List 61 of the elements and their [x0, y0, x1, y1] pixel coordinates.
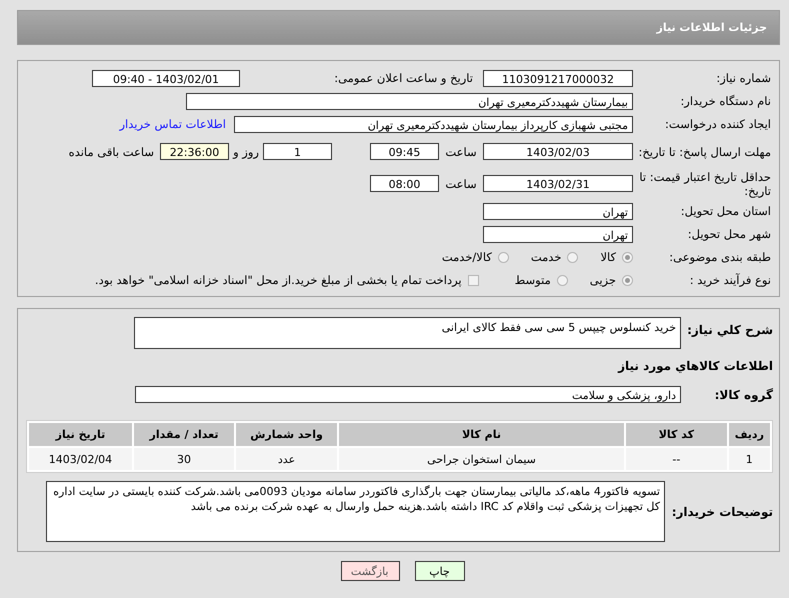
radio-button[interactable] — [567, 252, 578, 262]
section-title: اطلاعات كالاهاي مورد نياز — [616, 359, 773, 373]
column-header: واحد شمارش — [236, 423, 337, 446]
radio-button[interactable] — [622, 252, 633, 262]
radio-label: جزیی — [590, 273, 616, 287]
radio-label: کالا/خدمت — [442, 250, 492, 264]
field-label: شرح كلي نياز: — [686, 322, 773, 337]
radio-button[interactable] — [622, 274, 633, 286]
buyer-org-field: بیمارستان شهیددکترمعیری تهران — [186, 92, 633, 110]
field-label: تاریخ و ساعت اعلان عمومی: — [333, 71, 474, 85]
column-header: کد کالا — [626, 423, 727, 446]
field-label: شماره نیاز: — [715, 71, 771, 85]
table-cell: 1 — [728, 448, 770, 470]
time-field: 08:00 — [370, 175, 439, 192]
field-label: ایجاد کننده درخواست: — [664, 117, 771, 131]
time-field: 09:45 — [370, 143, 439, 160]
checkbox-label: پرداخت تمام یا بخشی از مبلغ خرید.از محل "اسناد خزانه اسلامی" خواهد بود. — [94, 273, 462, 287]
remaining-label: ساعت باقی مانده — [68, 144, 154, 158]
table-cell: 30 — [134, 448, 234, 470]
radio-button[interactable] — [498, 252, 509, 262]
notes-text-area[interactable]: تسویه فاکتور4 ماهه،کد مالیاتی بیمارستان جهت بارگذاری فاکتوردر سامانه مودیان 0093می باشد.شرکت کننده بایستی در سایت اداره کل تجهیزات پزشکی ثبت واقلام کد IRC داشته باشد.هزینه حمل وارسال به عهده شرکت برنده می باشد — [46, 481, 665, 542]
checkbox[interactable] — [468, 274, 479, 286]
time-label: ساعت — [444, 176, 478, 190]
contact-link[interactable]: اطلاعات تماس خریدار — [119, 117, 226, 131]
page-title: جزئیات اطلاعات نیاز — [656, 21, 767, 34]
column-header: نام کالا — [338, 423, 624, 446]
radio-label: کالا — [600, 250, 616, 264]
announce-date-field: 1403/02/01 - 09:40 — [92, 70, 240, 86]
summary-text-area[interactable]: خرید کنسلوس چیپس 5 سی سی فقط کالای ایرانی — [134, 317, 681, 349]
date-field: 1403/02/03 — [483, 143, 633, 160]
city-field: تهران — [483, 226, 633, 242]
back-button[interactable]: بازگشت — [340, 561, 400, 581]
column-header: تعداد / مقدار — [134, 423, 234, 446]
print-button[interactable]: چاپ — [414, 561, 464, 581]
field-label: استان محل تحویل: — [680, 204, 771, 218]
field-label: مهلت ارسال پاسخ: تا تاریخ: — [637, 144, 771, 158]
remaining-time-field: 22:36:00 — [160, 143, 229, 160]
column-header: ردیف — [728, 423, 770, 446]
field-label: گروه کالا: — [714, 388, 773, 402]
days-label: روز و — [232, 144, 260, 158]
field-label: حداقل تاریخ اعتبار قیمت: تا تاریخ: — [638, 170, 771, 198]
time-label: ساعت — [444, 144, 478, 158]
field-label: نوع فرآیند خرید : — [688, 273, 771, 287]
table-cell: 1403/02/04 — [29, 448, 132, 470]
column-header: تاریخ نیاز — [29, 423, 132, 446]
date-field: 1403/02/31 — [483, 175, 633, 192]
radio-label: متوسط — [514, 273, 551, 287]
table-cell: سیمان استخوان جراحی — [338, 448, 624, 470]
radio-button[interactable] — [556, 274, 568, 286]
table-cell: عدد — [236, 448, 337, 470]
radio-label: خدمت — [530, 250, 562, 264]
province-field: تهران — [483, 202, 633, 220]
days-field: 1 — [263, 143, 332, 160]
need-number-field: 1103091217000032 — [483, 70, 633, 86]
requester-field: مجتبی شهبازی کارپرداز بیمارستان شهیددکترمعیری تهران — [234, 116, 633, 132]
table-cell: -- — [626, 448, 727, 470]
field-label: شهر محل تحویل: — [686, 227, 771, 241]
field-label: نام دستگاه خریدار: — [679, 94, 771, 108]
goods-group-field: دارو، پزشکی و سلامت — [135, 386, 681, 403]
field-label: طبقه بندی موضوعی: — [668, 250, 771, 264]
field-label: توضیحات خریدار: — [670, 504, 773, 519]
